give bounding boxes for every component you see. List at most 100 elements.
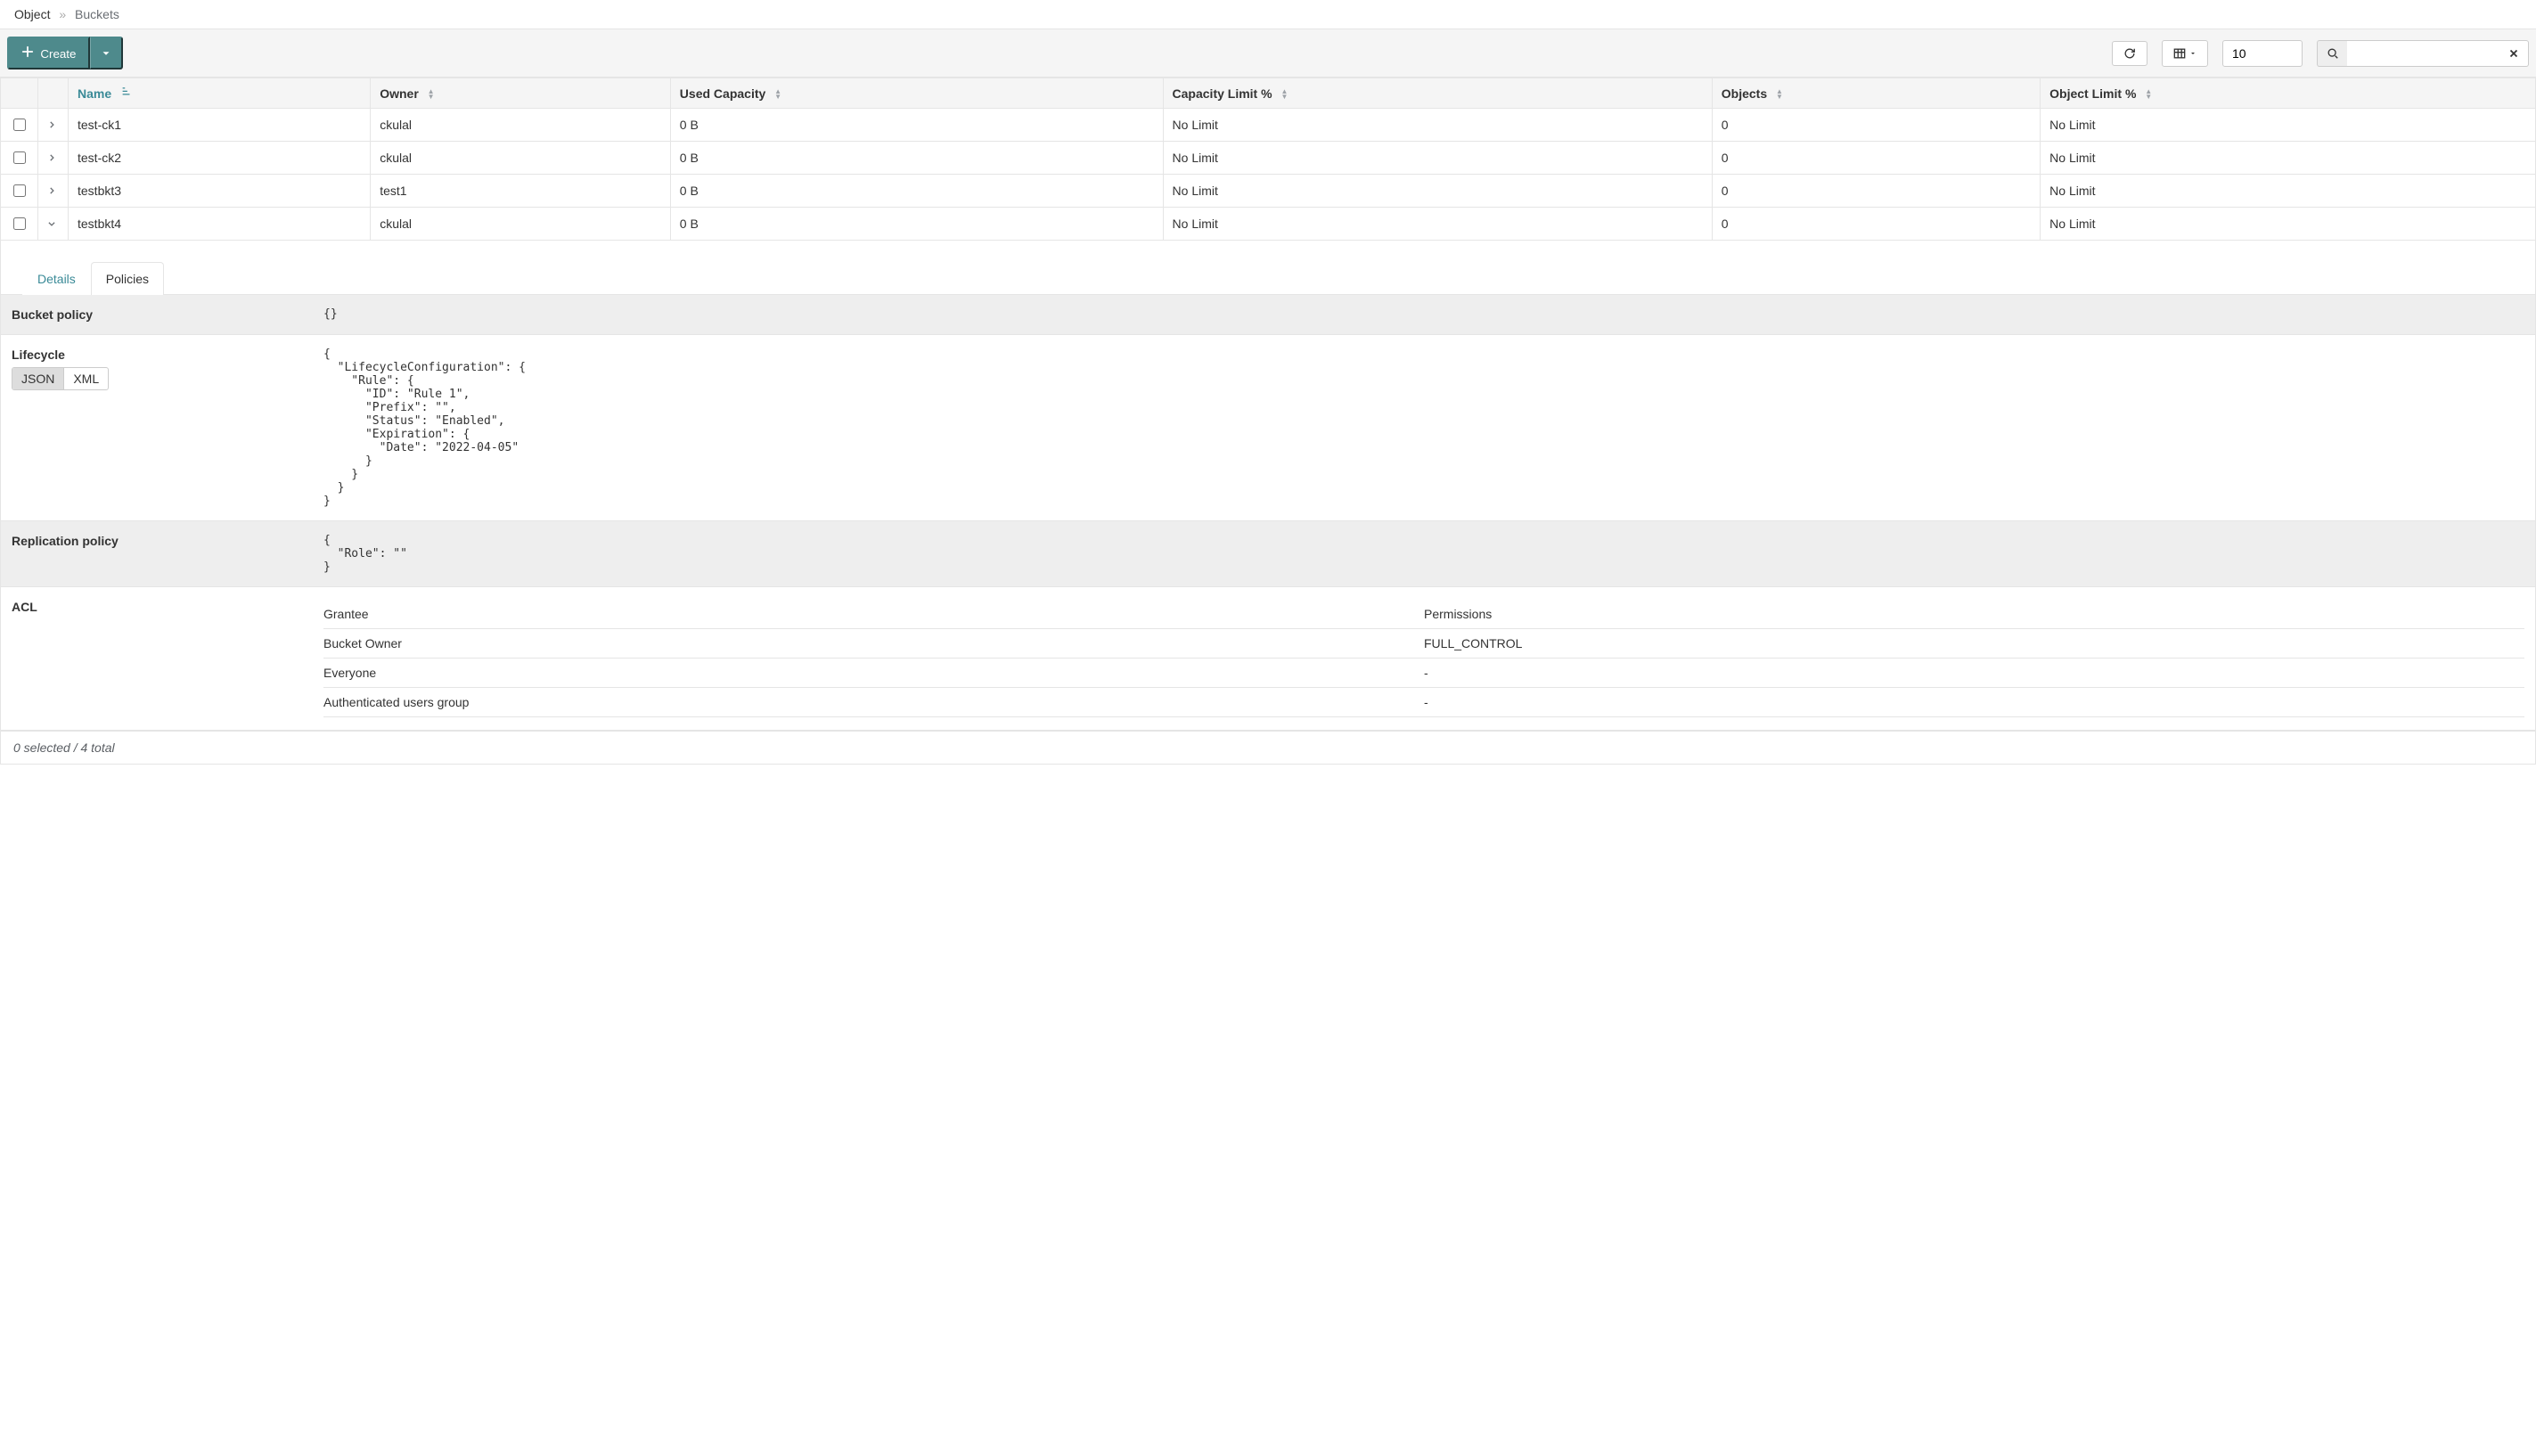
row-checkbox-cell [1, 175, 38, 208]
refresh-button[interactable] [2112, 41, 2147, 66]
replication-row: Replication policy { "Role": "" } [1, 521, 2535, 587]
chevron-right-icon [47, 153, 56, 162]
create-dropdown-toggle[interactable] [90, 37, 123, 70]
row-checkbox[interactable] [13, 151, 26, 164]
acl-table: Grantee Permissions Bucket OwnerFULL_CON… [323, 600, 2524, 717]
cell-capacity-limit: No Limit [1163, 175, 1712, 208]
header-capacity-limit[interactable]: Capacity Limit % ▲▼ [1163, 78, 1712, 109]
cell-used-capacity: 0 B [670, 109, 1163, 142]
cell-owner: test1 [371, 175, 671, 208]
header-object-limit[interactable]: Object Limit % ▲▼ [2041, 78, 2536, 109]
header-checkbox-cell [1, 78, 38, 109]
detail-panel: Details Policies Bucket policy {} Lifecy… [0, 241, 2536, 731]
table-row: test-ck1ckulal0 BNo Limit0No Limit [1, 109, 2536, 142]
sort-icon: ▲▼ [428, 89, 435, 100]
cell-name: testbkt4 [69, 208, 371, 241]
cell-capacity-limit: No Limit [1163, 142, 1712, 175]
row-expand-toggle[interactable] [38, 142, 69, 175]
row-expand-toggle[interactable] [38, 208, 69, 241]
cell-objects: 0 [1712, 109, 2040, 142]
row-expand-toggle[interactable] [38, 109, 69, 142]
bucket-policy-row: Bucket policy {} [1, 295, 2535, 335]
detail-tabs: Details Policies [1, 262, 2535, 295]
row-checkbox-cell [1, 142, 38, 175]
tab-details[interactable]: Details [22, 262, 91, 295]
acl-grantee: Bucket Owner [323, 629, 1424, 658]
sort-icon: ▲▼ [774, 89, 781, 100]
search-icon-box [2317, 40, 2347, 67]
header-capacity-limit-label: Capacity Limit % [1173, 86, 1272, 101]
create-button[interactable]: Create [7, 37, 90, 70]
row-checkbox[interactable] [13, 119, 26, 131]
row-expand-toggle[interactable] [38, 175, 69, 208]
sort-icon: ▲▼ [1280, 89, 1288, 100]
close-icon [2507, 47, 2520, 60]
acl-header-grantee: Grantee [323, 600, 1424, 629]
buckets-table: Name Owner ▲▼ Used Capacity ▲▼ Capacity … [0, 78, 2536, 241]
header-name[interactable]: Name [69, 78, 371, 109]
cell-object-limit: No Limit [2041, 109, 2536, 142]
create-button-group: Create [7, 37, 123, 70]
policies-panel: Bucket policy {} Lifecycle JSON XML { "L… [1, 295, 2535, 730]
breadcrumb-separator: » [59, 7, 66, 21]
cell-objects: 0 [1712, 175, 2040, 208]
sort-icon: ▲▼ [2145, 89, 2152, 100]
breadcrumb-object[interactable]: Object [14, 7, 50, 21]
sort-icon: ▲▼ [1776, 89, 1783, 100]
cell-used-capacity: 0 B [670, 175, 1163, 208]
chevron-down-icon [47, 219, 56, 228]
plus-icon [21, 45, 34, 58]
replication-label: Replication policy [1, 521, 313, 586]
lifecycle-json-option[interactable]: JSON [12, 368, 64, 389]
header-name-label: Name [78, 86, 111, 101]
sort-asc-icon [120, 86, 133, 98]
acl-header-permissions: Permissions [1424, 600, 2524, 629]
acl-grantee: Everyone [323, 658, 1424, 688]
row-checkbox-cell [1, 109, 38, 142]
cell-capacity-limit: No Limit [1163, 208, 1712, 241]
cell-objects: 0 [1712, 142, 2040, 175]
columns-button[interactable] [2162, 40, 2208, 67]
acl-label: ACL [1, 587, 313, 730]
header-owner[interactable]: Owner ▲▼ [371, 78, 671, 109]
header-owner-label: Owner [380, 86, 419, 101]
cell-used-capacity: 0 B [670, 142, 1163, 175]
row-checkbox[interactable] [13, 217, 26, 230]
header-objects-label: Objects [1722, 86, 1767, 101]
acl-row: ACL Grantee Permissions Bucket OwnerFULL… [1, 587, 2535, 730]
lifecycle-value: { "LifecycleConfiguration": { "Rule": { … [313, 335, 2535, 520]
search-clear-button[interactable] [2499, 40, 2529, 67]
bucket-policy-label: Bucket policy [1, 295, 313, 334]
breadcrumb-buckets[interactable]: Buckets [75, 7, 119, 21]
toolbar: Create [0, 29, 2536, 78]
search-input[interactable] [2347, 40, 2499, 67]
refresh-icon [2123, 47, 2136, 60]
create-button-label: Create [40, 47, 76, 61]
lifecycle-label-cell: Lifecycle JSON XML [1, 335, 313, 520]
cell-used-capacity: 0 B [670, 208, 1163, 241]
cell-object-limit: No Limit [2041, 208, 2536, 241]
chevron-right-icon [47, 120, 56, 129]
search-group [2317, 40, 2529, 67]
replication-value: { "Role": "" } [313, 521, 2535, 586]
acl-table-wrapper: Grantee Permissions Bucket OwnerFULL_CON… [313, 587, 2535, 730]
lifecycle-xml-option[interactable]: XML [64, 368, 108, 389]
acl-row: Everyone- [323, 658, 2524, 688]
row-checkbox[interactable] [13, 184, 26, 197]
caret-down-icon [2189, 50, 2197, 57]
cell-capacity-limit: No Limit [1163, 109, 1712, 142]
caret-down-icon [100, 47, 112, 60]
header-objects[interactable]: Objects ▲▼ [1712, 78, 2040, 109]
cell-name: testbkt3 [69, 175, 371, 208]
table-row: testbkt4ckulal0 BNo Limit0No Limit [1, 208, 2536, 241]
acl-grantee: Authenticated users group [323, 688, 1424, 717]
selection-footer: 0 selected / 4 total [0, 731, 2536, 765]
table-row: test-ck2ckulal0 BNo Limit0No Limit [1, 142, 2536, 175]
acl-row: Bucket OwnerFULL_CONTROL [323, 629, 2524, 658]
table-icon [2173, 47, 2186, 60]
tab-policies[interactable]: Policies [91, 262, 164, 295]
header-used-capacity[interactable]: Used Capacity ▲▼ [670, 78, 1163, 109]
lifecycle-format-toggle: JSON XML [12, 367, 109, 390]
page-size-input[interactable] [2222, 40, 2303, 67]
acl-permission: - [1424, 658, 2524, 688]
